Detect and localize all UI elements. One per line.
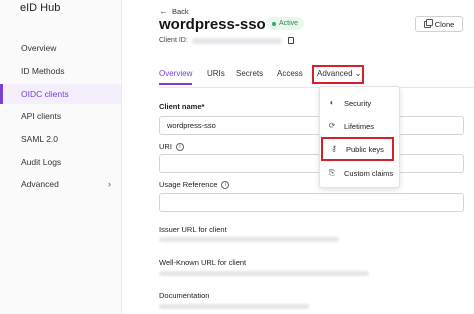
- key-icon: ⚷: [331, 144, 337, 153]
- uri-label: URI i: [159, 142, 184, 152]
- document-icon: ⎘: [328, 168, 336, 177]
- documentation-label: Documentation: [159, 291, 210, 300]
- highlight-box-advanced-tab: [312, 65, 364, 84]
- menu-item-lifetimes[interactable]: ⟳ Lifetimes: [320, 115, 399, 137]
- copy-icon: [423, 18, 433, 28]
- sidebar-item-id-methods[interactable]: ID Methods: [0, 61, 121, 81]
- sidebar-item-label: OIDC clients: [21, 89, 69, 99]
- issuer-url-value-redacted: [159, 237, 339, 242]
- advanced-dropdown-menu: ◐ Security ⟳ Lifetimes ⚷ Public keys ⎘ C…: [319, 86, 400, 188]
- menu-item-security[interactable]: ◐ Security: [320, 92, 399, 114]
- client-id-label: Client ID:: [159, 37, 188, 44]
- menu-item-public-keys[interactable]: ⚷ Public keys: [321, 137, 394, 161]
- usage-label-text: Usage Reference: [159, 180, 218, 189]
- client-name-label: Client name*: [159, 102, 204, 111]
- clone-button[interactable]: Clone: [415, 16, 463, 32]
- tab-bar: Overview URIs Secrets Access Advanced ⌄: [159, 64, 474, 88]
- info-icon[interactable]: i: [175, 143, 184, 152]
- usage-reference-label: Usage Reference i: [159, 180, 230, 190]
- tab-access[interactable]: Access: [277, 69, 303, 78]
- sidebar-item-label: Overview: [21, 43, 57, 53]
- sidebar-item-label: ID Methods: [21, 66, 65, 76]
- sidebar-item-label: SAML 2.0: [21, 134, 59, 144]
- back-label: Back: [172, 6, 189, 16]
- sidebar-item-oidc-clients[interactable]: OIDC clients: [0, 84, 121, 104]
- sidebar-item-audit-logs[interactable]: Audit Logs: [0, 152, 121, 172]
- menu-item-custom-claims[interactable]: ⎘ Custom claims: [320, 162, 399, 184]
- documentation-value-redacted: [159, 304, 309, 309]
- main-content: ← Back wordpress-sso Active Clone Client…: [122, 0, 474, 314]
- wellknown-url-label: Well-Known URL for client: [159, 258, 247, 267]
- client-id-value-redacted: [192, 38, 282, 44]
- sidebar-item-api-clients[interactable]: API clients: [0, 106, 121, 126]
- required-marker: *: [201, 102, 205, 111]
- status-badge: Active: [266, 17, 305, 30]
- client-name-label-text: Client name: [159, 102, 202, 111]
- arrow-left-icon: ←: [159, 6, 168, 16]
- sidebar-item-overview[interactable]: Overview: [0, 38, 121, 58]
- sidebar-item-label: API clients: [21, 111, 62, 121]
- sidebar-item-saml[interactable]: SAML 2.0: [0, 129, 121, 149]
- sidebar-item-advanced[interactable]: Advanced ›: [0, 174, 121, 194]
- tab-secrets[interactable]: Secrets: [236, 69, 263, 78]
- uri-input[interactable]: [159, 154, 464, 173]
- wellknown-url-value-redacted: [159, 271, 369, 276]
- clone-label: Clone: [434, 19, 455, 29]
- back-link[interactable]: ← Back: [159, 6, 189, 16]
- menu-item-label: Lifetimes: [344, 121, 375, 131]
- issuer-url-label: Issuer URL for client: [159, 225, 227, 234]
- shield-icon: ◐: [329, 98, 335, 107]
- uri-label-text: URI: [159, 142, 172, 151]
- menu-item-label: Security: [344, 98, 372, 108]
- menu-item-label: Custom claims: [344, 168, 394, 178]
- chevron-right-icon: ›: [108, 179, 111, 189]
- copy-client-id-icon[interactable]: [288, 37, 294, 44]
- sidebar: eID Hub Overview ID Methods OIDC clients…: [0, 0, 122, 314]
- brand-title: eID Hub: [20, 2, 61, 14]
- menu-item-label: Public keys: [346, 144, 384, 154]
- tab-uris[interactable]: URIs: [207, 69, 225, 78]
- tab-overview[interactable]: Overview: [159, 69, 193, 85]
- status-dot-icon: [272, 21, 276, 26]
- sidebar-item-label: Audit Logs: [21, 157, 62, 167]
- sidebar-item-label: Advanced: [21, 179, 59, 189]
- info-icon[interactable]: i: [221, 181, 230, 190]
- client-name-input[interactable]: wordpress-sso: [159, 116, 464, 135]
- refresh-icon: ⟳: [328, 121, 336, 130]
- page-title: wordpress-sso: [159, 16, 266, 33]
- status-label: Active: [279, 20, 299, 27]
- usage-reference-input[interactable]: [159, 193, 464, 212]
